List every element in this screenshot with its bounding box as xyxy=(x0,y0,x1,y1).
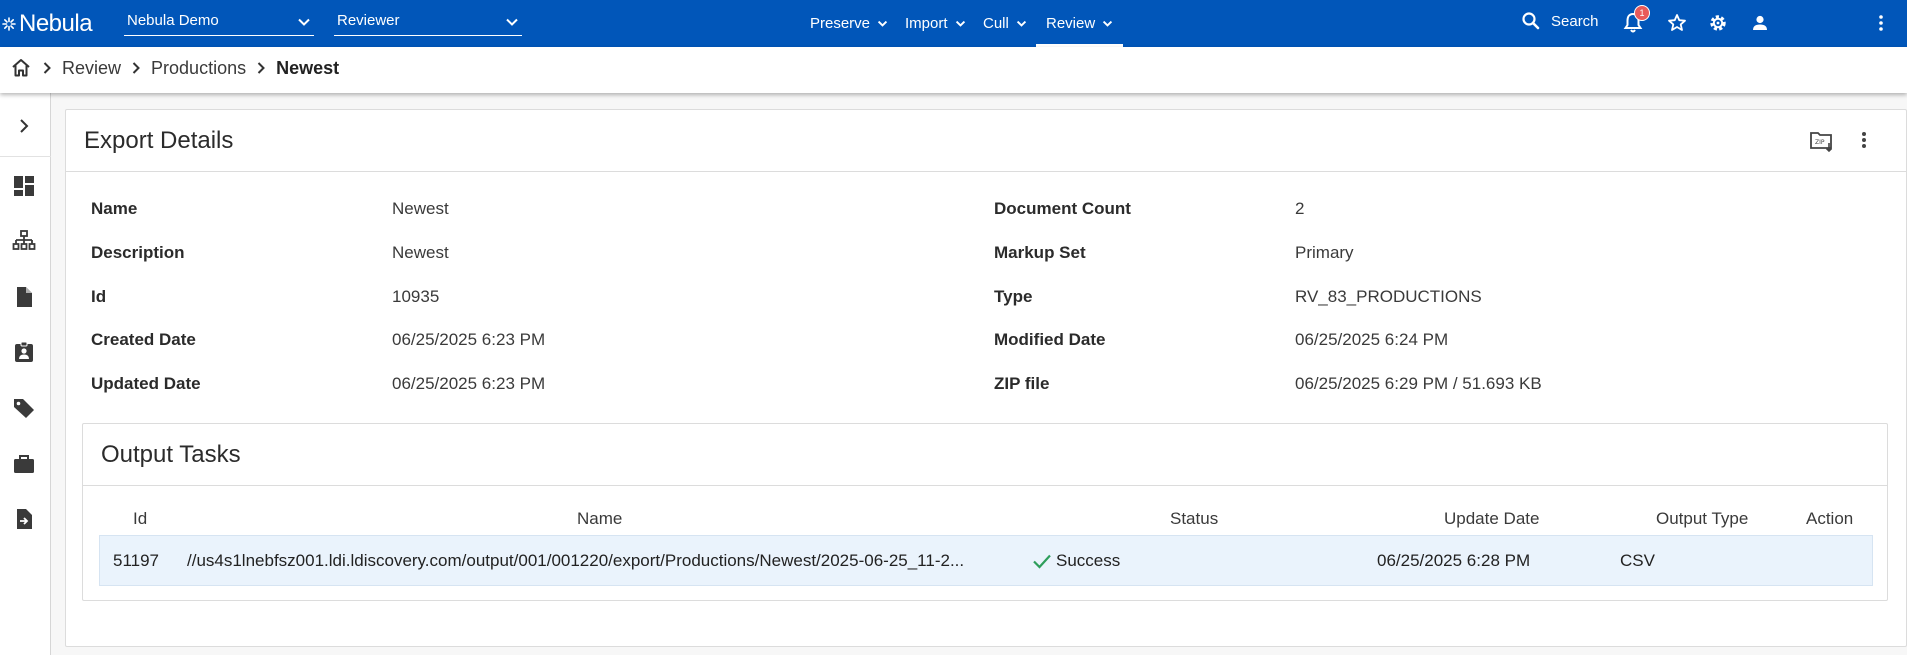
field-label-id: Id xyxy=(91,287,107,306)
export-icon[interactable] xyxy=(12,507,36,531)
chevron-down-icon xyxy=(877,20,888,27)
field-label-type: Type xyxy=(994,287,1033,306)
column-header-output-type[interactable]: Output Type xyxy=(1656,509,1748,529)
field-value-updated-date: 06/25/2025 6:23 PM xyxy=(392,374,546,393)
field-value-document-count: 2 xyxy=(1295,199,1305,218)
field-label-description: Description xyxy=(91,243,185,262)
chevron-down-icon xyxy=(955,20,965,27)
nav-review[interactable]: Review xyxy=(1035,0,1124,47)
table-row[interactable]: 51197 //us4s1lnebfsz001.ldi.ldiscovery.c… xyxy=(99,535,1873,586)
column-header-name[interactable]: Name xyxy=(577,509,622,529)
cell-status: Success xyxy=(1032,551,1120,571)
breadcrumb-review[interactable]: Review xyxy=(62,58,121,79)
chevron-down-icon xyxy=(506,18,518,26)
nav-label: Preserve xyxy=(810,15,871,32)
role-select[interactable]: Reviewer xyxy=(334,10,522,36)
chevron-right-icon xyxy=(132,62,140,74)
breadcrumb-bar: Review Productions Newest xyxy=(0,47,1907,93)
field-label-created-date: Created Date xyxy=(91,330,196,349)
gear-icon[interactable] xyxy=(1708,13,1728,33)
field-label-document-count: Document Count xyxy=(994,199,1131,218)
chevron-down-icon xyxy=(1103,20,1113,27)
nav-import[interactable]: Import xyxy=(905,0,966,47)
svg-text:ZIP: ZIP xyxy=(1815,139,1825,146)
notification-badge: 1 xyxy=(1634,5,1650,21)
nav-preserve[interactable]: Preserve xyxy=(810,0,888,47)
page-title: Export Details xyxy=(84,127,234,154)
field-value-description: Newest xyxy=(392,243,449,262)
column-header-action: Action xyxy=(1806,509,1854,528)
sidebar xyxy=(0,93,51,655)
hierarchy-icon[interactable] xyxy=(12,229,36,253)
field-value-zip-file[interactable]: 06/25/2025 6:29 PM / 51.693 KB xyxy=(1295,374,1542,394)
check-icon xyxy=(1033,554,1051,569)
star-icon[interactable] xyxy=(1667,13,1687,33)
column-header-update-date[interactable]: Update Date xyxy=(1444,509,1539,529)
nav-cull[interactable]: Cull xyxy=(983,0,1027,47)
breadcrumb-productions[interactable]: Productions xyxy=(151,58,246,79)
role-select-value: Reviewer xyxy=(337,12,400,29)
project-select-value: Nebula Demo xyxy=(127,12,219,29)
cell-output-type: CSV xyxy=(1620,551,1655,570)
card-header: Export Details ZIP xyxy=(66,110,1906,172)
home-icon[interactable] xyxy=(10,57,32,79)
assignment-icon[interactable] xyxy=(12,340,36,364)
project-select[interactable]: Nebula Demo xyxy=(124,10,314,36)
field-label-name: Name xyxy=(91,199,138,218)
nebula-logo-icon xyxy=(2,16,16,31)
chevron-right-icon xyxy=(257,62,266,74)
breadcrumb-current: Newest xyxy=(276,57,340,78)
user-icon[interactable] xyxy=(1750,13,1770,33)
status-text: Success xyxy=(1056,551,1121,570)
chevron-down-icon xyxy=(298,18,310,26)
export-details-card: Export Details ZIP Name Newest Descripti… xyxy=(65,109,1907,647)
nav-label: Cull xyxy=(983,15,1009,32)
nav-label: Import xyxy=(905,15,948,32)
cell-update-date: 06/25/2025 6:28 PM xyxy=(1377,551,1531,570)
field-label-markup-set: Markup Set xyxy=(994,243,1086,262)
briefcase-icon[interactable] xyxy=(12,452,36,476)
app-logo[interactable]: Nebula xyxy=(2,9,93,37)
zip-download-icon[interactable]: ZIP xyxy=(1809,129,1835,153)
sidebar-expand-button[interactable] xyxy=(0,93,51,157)
document-icon[interactable] xyxy=(12,285,36,309)
field-label-updated-date: Updated Date xyxy=(91,374,201,393)
search-icon xyxy=(1522,12,1540,30)
top-bar: Nebula Nebula Demo Reviewer Preserve Imp… xyxy=(0,0,1907,47)
field-value-created-date: 06/25/2025 6:23 PM xyxy=(392,330,546,349)
tag-icon[interactable] xyxy=(12,396,36,420)
cell-name: //us4s1lnebfsz001.ldi.ldiscovery.com/out… xyxy=(187,551,965,570)
field-value-id: 10935 xyxy=(392,287,440,306)
more-vertical-icon[interactable] xyxy=(1876,13,1886,33)
chevron-down-icon xyxy=(1016,20,1026,27)
chevron-right-icon xyxy=(20,119,29,133)
nav-label: Review xyxy=(1046,15,1096,32)
output-tasks-panel: Output Tasks Id Name Status Update Date … xyxy=(82,423,1888,601)
column-header-status[interactable]: Status xyxy=(1170,509,1218,529)
field-value-type: RV_83_PRODUCTIONS xyxy=(1295,287,1482,306)
logo-text: Nebula xyxy=(19,9,93,37)
more-vertical-icon[interactable] xyxy=(1859,129,1869,151)
field-value-name: Newest xyxy=(392,199,449,218)
search-button[interactable]: Search xyxy=(1521,11,1599,31)
section-title: Output Tasks xyxy=(101,441,241,468)
field-label-modified-date: Modified Date xyxy=(994,330,1106,349)
dashboard-icon[interactable] xyxy=(12,174,36,198)
field-value-modified-date: 06/25/2025 6:24 PM xyxy=(1295,330,1449,349)
output-tasks-header: Output Tasks xyxy=(83,424,1887,486)
breadcrumb: Review Productions Newest xyxy=(10,57,339,79)
column-header-id[interactable]: Id xyxy=(133,509,147,529)
search-label: Search xyxy=(1551,12,1599,30)
cell-id: 51197 xyxy=(113,551,160,570)
chevron-right-icon xyxy=(43,62,51,74)
field-value-markup-set: Primary xyxy=(1295,243,1354,262)
field-label-zip-file: ZIP file xyxy=(994,374,1050,393)
